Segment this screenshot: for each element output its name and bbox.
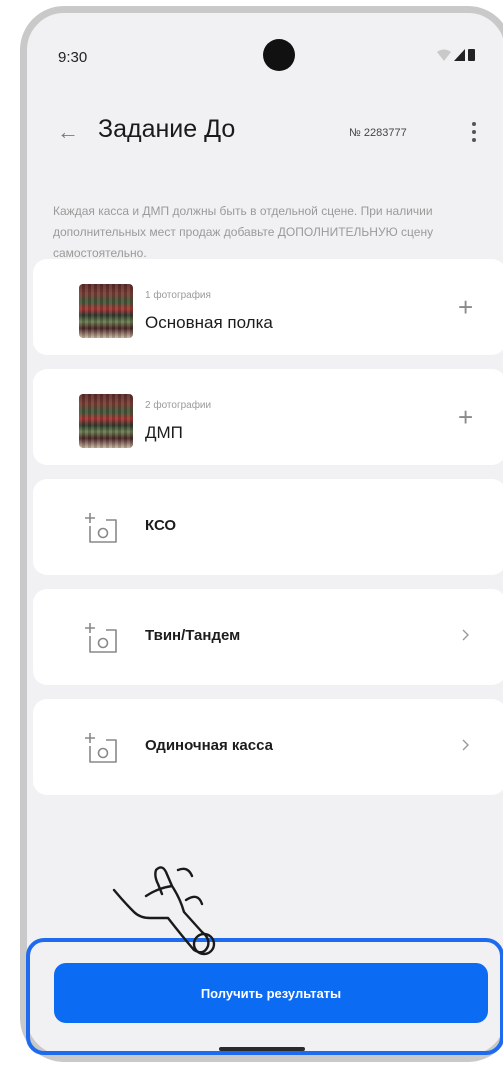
get-results-button[interactable]: Получить результаты (54, 963, 488, 1023)
back-arrow-icon[interactable]: ← (57, 120, 81, 144)
scene-name: Одиночная касса (145, 737, 273, 754)
chevron-right-icon (462, 629, 469, 641)
add-photo-icon (85, 513, 117, 543)
photo-count: 1 фотография (145, 290, 211, 301)
scene-card-dmp[interactable]: 2 фотографии ДМП + (33, 369, 503, 465)
scene-card-twin-tandem[interactable]: Твин/Тандем (33, 589, 503, 685)
status-time: 9:30 (58, 49, 88, 66)
status-bar: 9:30 (27, 13, 503, 93)
add-photo-icon (85, 733, 117, 763)
more-options-icon[interactable] (467, 119, 481, 145)
battery-icon (468, 49, 475, 61)
scene-name: ДМП (145, 423, 183, 442)
phone-frame: 9:30 ← Задание До № 2283777 Каждая касса… (20, 6, 503, 1062)
app-screen: 9:30 ← Задание До № 2283777 Каждая касса… (27, 13, 503, 1055)
task-number: № 2283777 (349, 127, 407, 139)
instructions-text: Каждая касса и ДМП должны быть в отдельн… (53, 204, 434, 260)
add-photo-icon (85, 623, 117, 653)
tap-hand-icon (112, 866, 216, 956)
scene-card-kso[interactable]: КСО (33, 479, 503, 575)
plus-icon[interactable]: + (458, 404, 473, 430)
status-icons (437, 49, 475, 61)
app-bar: ← Задание До № 2283777 (27, 105, 503, 163)
front-camera (263, 39, 295, 71)
scene-name: Твин/Тандем (145, 627, 241, 644)
plus-icon[interactable]: + (458, 294, 473, 320)
scene-thumbnail (79, 394, 133, 448)
photo-count: 2 фотографии (145, 400, 212, 411)
scene-name: КСО (145, 517, 177, 534)
chevron-right-icon (462, 739, 469, 751)
scene-card-main-shelf[interactable]: 1 фотография Основная полка + (33, 259, 503, 355)
page-title: Задание До (98, 115, 236, 143)
wifi-icon (437, 49, 451, 61)
signal-icon (454, 49, 465, 61)
scene-name: Основная полка (145, 313, 273, 332)
scene-thumbnail (79, 284, 133, 338)
scene-card-single-register[interactable]: Одиночная касса (33, 699, 503, 795)
